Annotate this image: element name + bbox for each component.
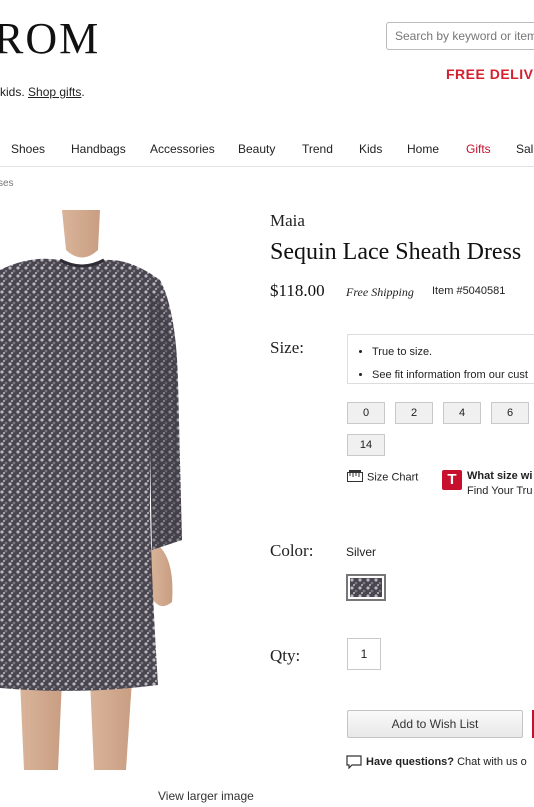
size-tip-item: True to size. — [372, 341, 534, 364]
free-delivery-banner[interactable]: FREE DELIVE — [446, 66, 534, 82]
size-tip-item[interactable]: See fit information from our cust — [372, 364, 534, 387]
size-tips-box: True to size. See fit information from o… — [347, 334, 534, 384]
size-option-14[interactable]: 14 — [347, 434, 385, 456]
qty-label: Qty: — [270, 646, 301, 665]
swatch-sequin-texture — [350, 578, 382, 597]
size-option-6[interactable]: 6 — [491, 402, 529, 424]
item-number: Item #5040581 — [432, 285, 506, 297]
store-logo[interactable]: ROM — [0, 14, 100, 64]
nav-gifts[interactable]: Gifts — [466, 142, 491, 156]
chat-prompt[interactable]: Have questions? Chat with us o — [346, 755, 527, 770]
view-larger-image-link[interactable]: View larger image — [158, 789, 254, 803]
nav-handbags[interactable]: Handbags — [71, 142, 126, 156]
have-questions-label: Have questions? — [366, 755, 455, 768]
color-swatch-silver[interactable] — [346, 574, 386, 601]
ruler-icon — [347, 470, 363, 485]
promo-prefix: kids. — [0, 85, 29, 99]
nav-accessories[interactable]: Accessories — [150, 142, 215, 156]
size-label: Size: — [270, 338, 304, 357]
nav-sale[interactable]: Sal — [516, 142, 533, 156]
color-label: Color: — [270, 541, 314, 560]
size-option-4[interactable]: 4 — [443, 402, 481, 424]
truefit-question[interactable]: What size wi — [467, 470, 532, 482]
product-title: Sequin Lace Sheath Dress — [270, 239, 522, 265]
dress-illustration — [0, 210, 200, 775]
product-price: $118.00 — [270, 281, 325, 300]
product-brand[interactable]: Maia — [270, 211, 305, 231]
nav-kids[interactable]: Kids — [359, 142, 382, 156]
size-chart-link[interactable]: Size Chart — [347, 470, 418, 485]
size-chart-label: Size Chart — [367, 471, 419, 484]
chat-bubble-icon — [346, 755, 362, 770]
nav-home[interactable]: Home — [407, 142, 439, 156]
size-option-0[interactable]: 0 — [347, 402, 385, 424]
chat-with-us-text: Chat with us o — [454, 755, 527, 768]
shipping-note: Free Shipping — [346, 285, 414, 299]
quantity-input[interactable]: 1 — [347, 638, 381, 670]
truefit-logo-icon[interactable]: T — [442, 470, 462, 490]
add-to-wish-list-button[interactable]: Add to Wish List — [347, 710, 523, 738]
nav-beauty[interactable]: Beauty — [238, 142, 275, 156]
promo-suffix: . — [81, 85, 85, 99]
nav-trend[interactable]: Trend — [302, 142, 333, 156]
shop-gifts-link[interactable]: Shop gifts — [28, 85, 81, 99]
search-input[interactable]: Search by keyword or item — [386, 22, 534, 50]
selected-color: Silver — [346, 545, 377, 559]
nav-shoes[interactable]: Shoes — [11, 142, 45, 156]
breadcrumb[interactable]: ses — [0, 178, 14, 189]
product-image[interactable] — [0, 210, 200, 775]
promo-text: kids. Shop gifts. — [0, 85, 85, 99]
nav-divider — [0, 166, 534, 167]
size-option-2[interactable]: 2 — [395, 402, 433, 424]
truefit-subtext[interactable]: Find Your Tru — [467, 485, 532, 497]
main-nav: Shoes Handbags Accessories Beauty Trend … — [0, 142, 534, 166]
